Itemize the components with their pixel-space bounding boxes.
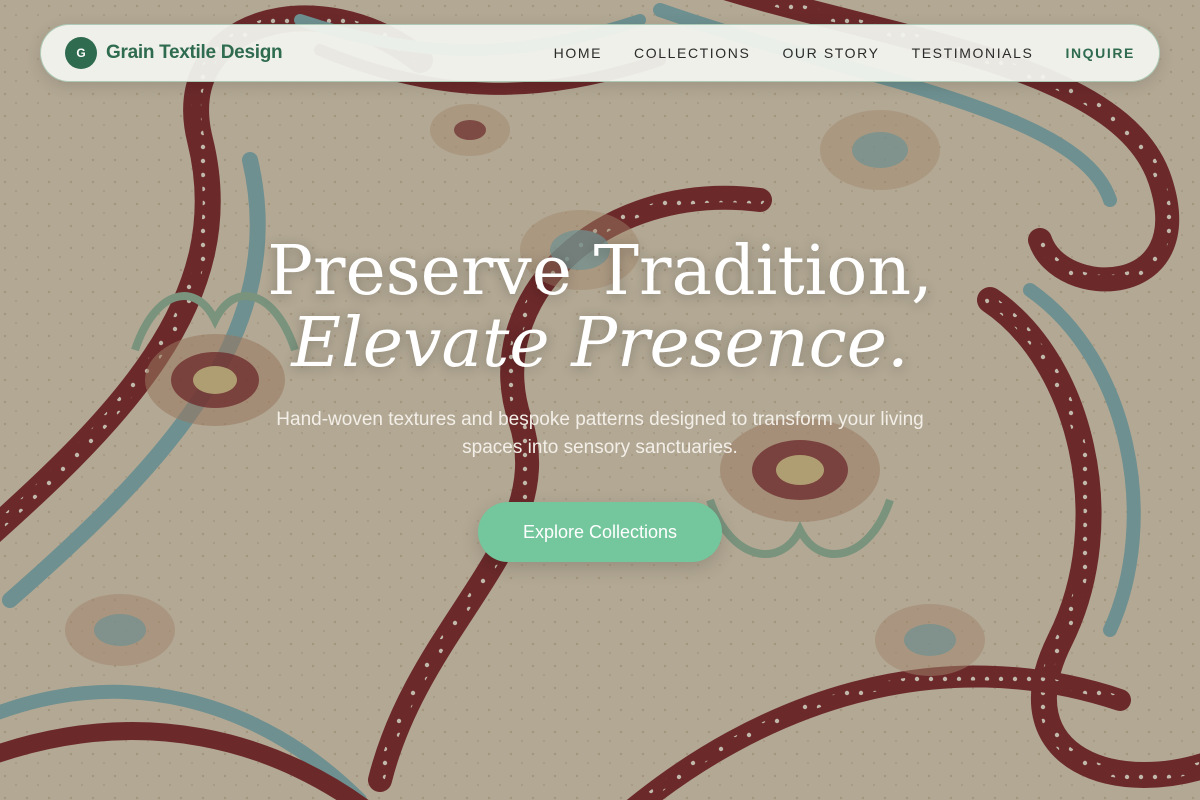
hero-section: Preserve Tradition, Elevate Presence. Ha… [0, 0, 1200, 800]
hero-title-line2: Elevate Presence. [291, 304, 909, 383]
hero-title: Preserve Tradition, Elevate Presence. [0, 236, 1200, 380]
hero-subtitle: Hand-woven textures and bespoke patterns… [276, 409, 924, 458]
hero-title-line1: Preserve Tradition, [267, 232, 933, 311]
explore-collections-button[interactable]: Explore Collections [478, 502, 722, 562]
